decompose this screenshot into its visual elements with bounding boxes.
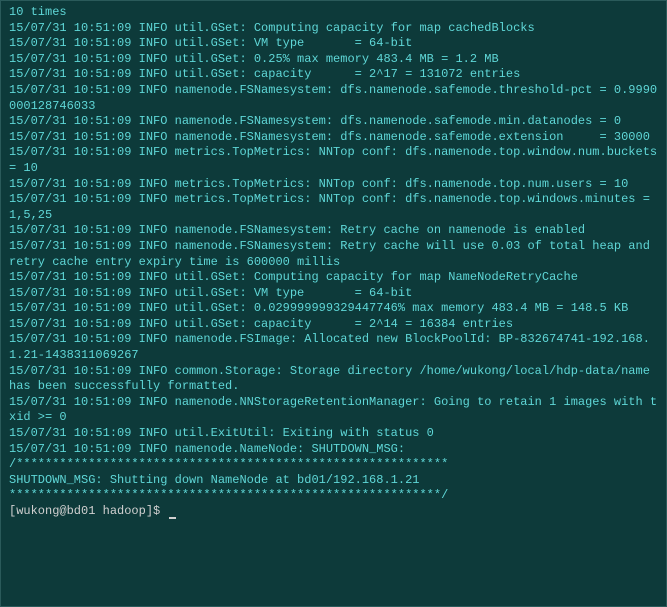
log-line: 15/07/31 10:51:09 INFO util.GSet: Comput… (9, 270, 658, 286)
terminal-output[interactable]: 10 times 15/07/31 10:51:09 INFO util.GSe… (9, 5, 658, 520)
log-line: 15/07/31 10:51:09 INFO util.GSet: VM typ… (9, 36, 658, 52)
log-line: SHUTDOWN_MSG: Shutting down NameNode at … (9, 473, 658, 489)
log-line: 15/07/31 10:51:09 INFO namenode.NNStorag… (9, 395, 658, 426)
log-line: 15/07/31 10:51:09 INFO common.Storage: S… (9, 364, 658, 395)
log-line: 15/07/31 10:51:09 INFO namenode.FSNamesy… (9, 114, 658, 130)
shell-prompt[interactable]: [wukong@bd01 hadoop]$ (9, 504, 658, 520)
log-line: 15/07/31 10:51:09 INFO metrics.TopMetric… (9, 145, 658, 176)
log-line: 15/07/31 10:51:09 INFO util.ExitUtil: Ex… (9, 426, 658, 442)
log-line: 15/07/31 10:51:09 INFO namenode.NameNode… (9, 442, 658, 458)
log-line: 15/07/31 10:51:09 INFO util.GSet: VM typ… (9, 286, 658, 302)
prompt-text: [wukong@bd01 hadoop]$ (9, 504, 167, 518)
log-line: /***************************************… (9, 457, 658, 473)
log-line: 15/07/31 10:51:09 INFO namenode.FSNamesy… (9, 83, 658, 114)
log-line: 15/07/31 10:51:09 INFO util.GSet: capaci… (9, 317, 658, 333)
log-line: 15/07/31 10:51:09 INFO namenode.FSImage:… (9, 332, 658, 363)
log-line: 15/07/31 10:51:09 INFO util.GSet: 0.0299… (9, 301, 658, 317)
log-line: 15/07/31 10:51:09 INFO namenode.FSNamesy… (9, 239, 658, 270)
log-line: 15/07/31 10:51:09 INFO util.GSet: 0.25% … (9, 52, 658, 68)
cursor-icon (169, 517, 176, 519)
log-line: 15/07/31 10:51:09 INFO metrics.TopMetric… (9, 177, 658, 193)
log-line: 15/07/31 10:51:09 INFO namenode.FSNamesy… (9, 130, 658, 146)
log-line: 15/07/31 10:51:09 INFO util.GSet: capaci… (9, 67, 658, 83)
log-line: 15/07/31 10:51:09 INFO util.GSet: Comput… (9, 21, 658, 37)
log-line: ****************************************… (9, 488, 658, 504)
log-line: 15/07/31 10:51:09 INFO metrics.TopMetric… (9, 192, 658, 223)
log-line: 10 times (9, 5, 658, 21)
log-line: 15/07/31 10:51:09 INFO namenode.FSNamesy… (9, 223, 658, 239)
